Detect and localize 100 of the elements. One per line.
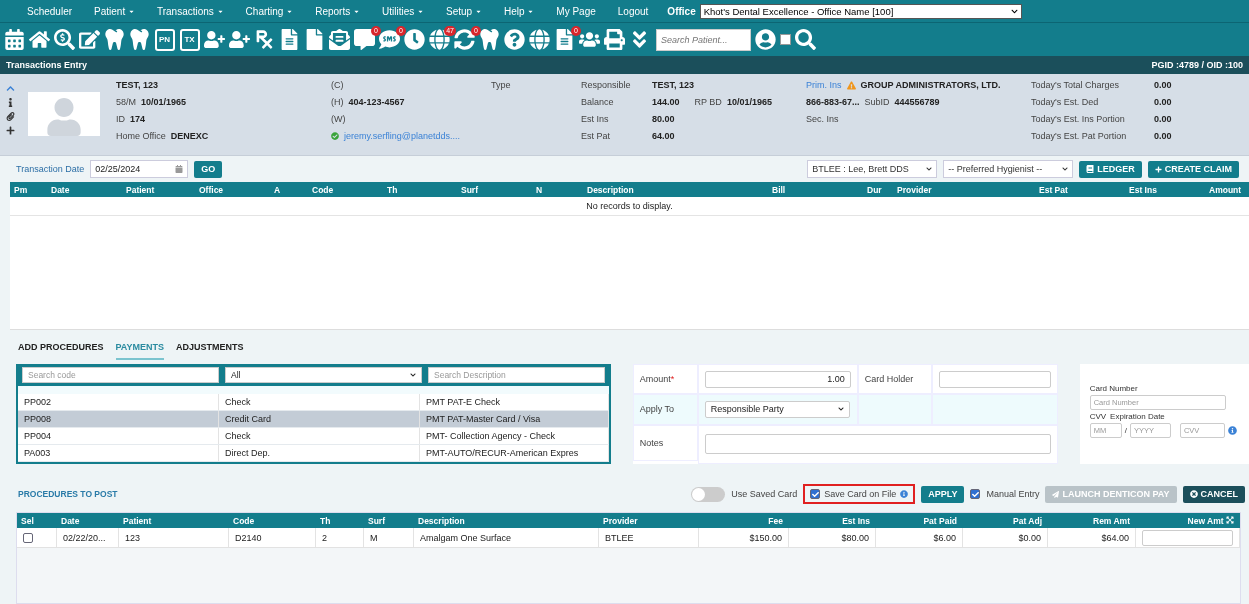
- manual-entry-label: Manual Entry: [986, 489, 1040, 499]
- summary-value: 0.00: [1154, 114, 1172, 124]
- type-select[interactable]: All: [225, 367, 422, 383]
- create-claim-button[interactable]: CREATE CLAIM: [1147, 160, 1239, 178]
- checkbox[interactable]: [970, 489, 981, 499]
- menu-item[interactable]: My Page: [545, 5, 607, 17]
- menu-item[interactable]: Logout: [606, 5, 660, 17]
- amount-field[interactable]: 1.00: [704, 370, 851, 388]
- calendar-icon[interactable]: [4, 27, 25, 52]
- search-icon[interactable]: [795, 27, 816, 52]
- column-header: Est Ins: [1128, 184, 1158, 195]
- mail-icon[interactable]: [329, 27, 350, 52]
- provider-select[interactable]: BTLEE : Lee, Brett DDS: [807, 160, 938, 178]
- menu-item[interactable]: Scheduler: [16, 5, 84, 17]
- menu-item[interactable]: Charting: [234, 5, 305, 17]
- tab[interactable]: PAYMENTS: [115, 342, 165, 360]
- menu-item[interactable]: Transactions: [145, 5, 235, 17]
- help-icon[interactable]: [504, 27, 525, 52]
- clock-icon[interactable]: [404, 27, 425, 52]
- home-office: DENEXC: [170, 131, 209, 141]
- prescription-icon[interactable]: [254, 27, 275, 52]
- card-holder-field[interactable]: [938, 370, 1051, 388]
- column-header: Rem Amt: [1092, 515, 1131, 526]
- apply-button[interactable]: APPLY: [921, 485, 965, 503]
- table-cell: 123: [119, 528, 229, 547]
- code-row[interactable]: PP002 Check PMT PAT-E Check: [18, 394, 609, 411]
- file-icon[interactable]: [304, 27, 325, 52]
- checkbox[interactable]: [23, 532, 33, 543]
- edit-icon[interactable]: [79, 27, 100, 52]
- column-header: Description: [586, 184, 635, 195]
- sync-icon[interactable]: [454, 27, 475, 52]
- info-icon[interactable]: [6, 98, 15, 107]
- column-header: New Amt: [1136, 515, 1240, 526]
- chevron-up-icon[interactable]: [6, 84, 15, 93]
- toolbar-button[interactable]: TX: [179, 27, 200, 52]
- email-link[interactable]: jeremy.serfling@planetdds....: [344, 131, 461, 141]
- toggle-switch[interactable]: [691, 486, 726, 502]
- code-search-field[interactable]: Search code: [22, 367, 219, 383]
- age-sex: 58/M: [116, 97, 136, 107]
- column-header: Date: [60, 515, 81, 526]
- checkbox[interactable]: [780, 34, 791, 45]
- menu-item[interactable]: Reports: [304, 5, 371, 17]
- tab[interactable]: ADJUSTMENTS: [176, 342, 244, 360]
- secondary-insurance-label: Sec. Ins: [806, 114, 839, 124]
- table-cell: PMT PAT-Master Card / Visa: [420, 411, 609, 427]
- globe-icon[interactable]: [529, 27, 550, 52]
- cancel-button[interactable]: CANCEL: [1182, 485, 1245, 503]
- chat-icon[interactable]: [354, 27, 375, 52]
- printer-icon[interactable]: [604, 27, 625, 52]
- field-value: 64.00: [652, 131, 675, 141]
- dollar-search-icon[interactable]: [54, 27, 75, 52]
- patient-search-field[interactable]: Search Patient...: [656, 28, 751, 51]
- table-cell: $0.00: [963, 528, 1048, 547]
- column-header: Code: [311, 184, 335, 195]
- menu-item[interactable]: Help: [492, 5, 546, 17]
- code-row[interactable]: PP004 Check PMT- Collection Agency - Check: [18, 428, 609, 445]
- menu-item[interactable]: Setup: [435, 5, 493, 17]
- tab[interactable]: ADD PROCEDURES: [18, 342, 104, 360]
- description-search-field[interactable]: Search Description: [428, 367, 605, 383]
- tooth-icon[interactable]: [104, 27, 125, 52]
- table-cell: Check: [219, 428, 420, 444]
- summary-value: 0.00: [1154, 131, 1172, 141]
- apply-to-select[interactable]: Responsible Party: [704, 401, 850, 418]
- empty-message: No records to display.: [10, 197, 1249, 216]
- user-search-icon[interactable]: [755, 27, 776, 52]
- table-cell: Amalgam One Surface: [414, 528, 599, 547]
- paperclip-icon[interactable]: [6, 112, 15, 121]
- expand-icon[interactable]: [1226, 515, 1234, 524]
- insurance-phone: 866-883-67...: [806, 97, 860, 107]
- column-header: Est Ins: [841, 515, 871, 526]
- hygienist-select[interactable]: -- Preferred Hygienist --: [943, 160, 1074, 178]
- sms-icon[interactable]: [379, 27, 400, 52]
- notes-field[interactable]: [704, 434, 1051, 455]
- home-office-label: Home Office: [116, 131, 166, 141]
- table-cell: 2: [316, 528, 364, 547]
- go-button[interactable]: GO: [194, 160, 223, 178]
- code-row[interactable]: PA003 Direct Dep. PMT-AUTO/RECUR-American Expres: [18, 445, 609, 462]
- tooth-icon[interactable]: [479, 27, 500, 52]
- menu-item[interactable]: Patient: [83, 5, 146, 17]
- office-select[interactable]: Khot's Dental Excellence - Office Name [100]: [699, 3, 1022, 19]
- plus-icon[interactable]: [6, 126, 15, 135]
- document-icon[interactable]: [279, 27, 300, 52]
- checkbox[interactable]: [810, 489, 821, 499]
- paper-plane-icon: [1052, 490, 1060, 498]
- book-icon: [1086, 165, 1095, 173]
- menu-item[interactable]: Utilities: [371, 5, 435, 17]
- document-icon[interactable]: [554, 27, 575, 52]
- tooth-icon[interactable]: [129, 27, 150, 52]
- insurance-name: GROUP ADMINISTRATORS, LTD.: [860, 80, 1001, 90]
- table-cell: $150.00: [699, 528, 789, 547]
- ledger-button[interactable]: LEDGER: [1079, 160, 1142, 178]
- summary-label: Today's Est. Ded: [1031, 97, 1100, 107]
- toolbar-button[interactable]: PN: [154, 27, 175, 52]
- code-row[interactable]: PP008 Credit Card PMT PAT-Master Card / Visa: [18, 411, 609, 428]
- primary-insurance-link[interactable]: Prim. Ins: [806, 80, 842, 90]
- rp-bd-label: RP BD: [694, 97, 722, 107]
- info-icon: [1227, 426, 1237, 435]
- new-amount-field[interactable]: [1142, 529, 1233, 546]
- field-value: 80.00: [652, 114, 675, 124]
- date-field[interactable]: 02/25/2024: [90, 160, 189, 178]
